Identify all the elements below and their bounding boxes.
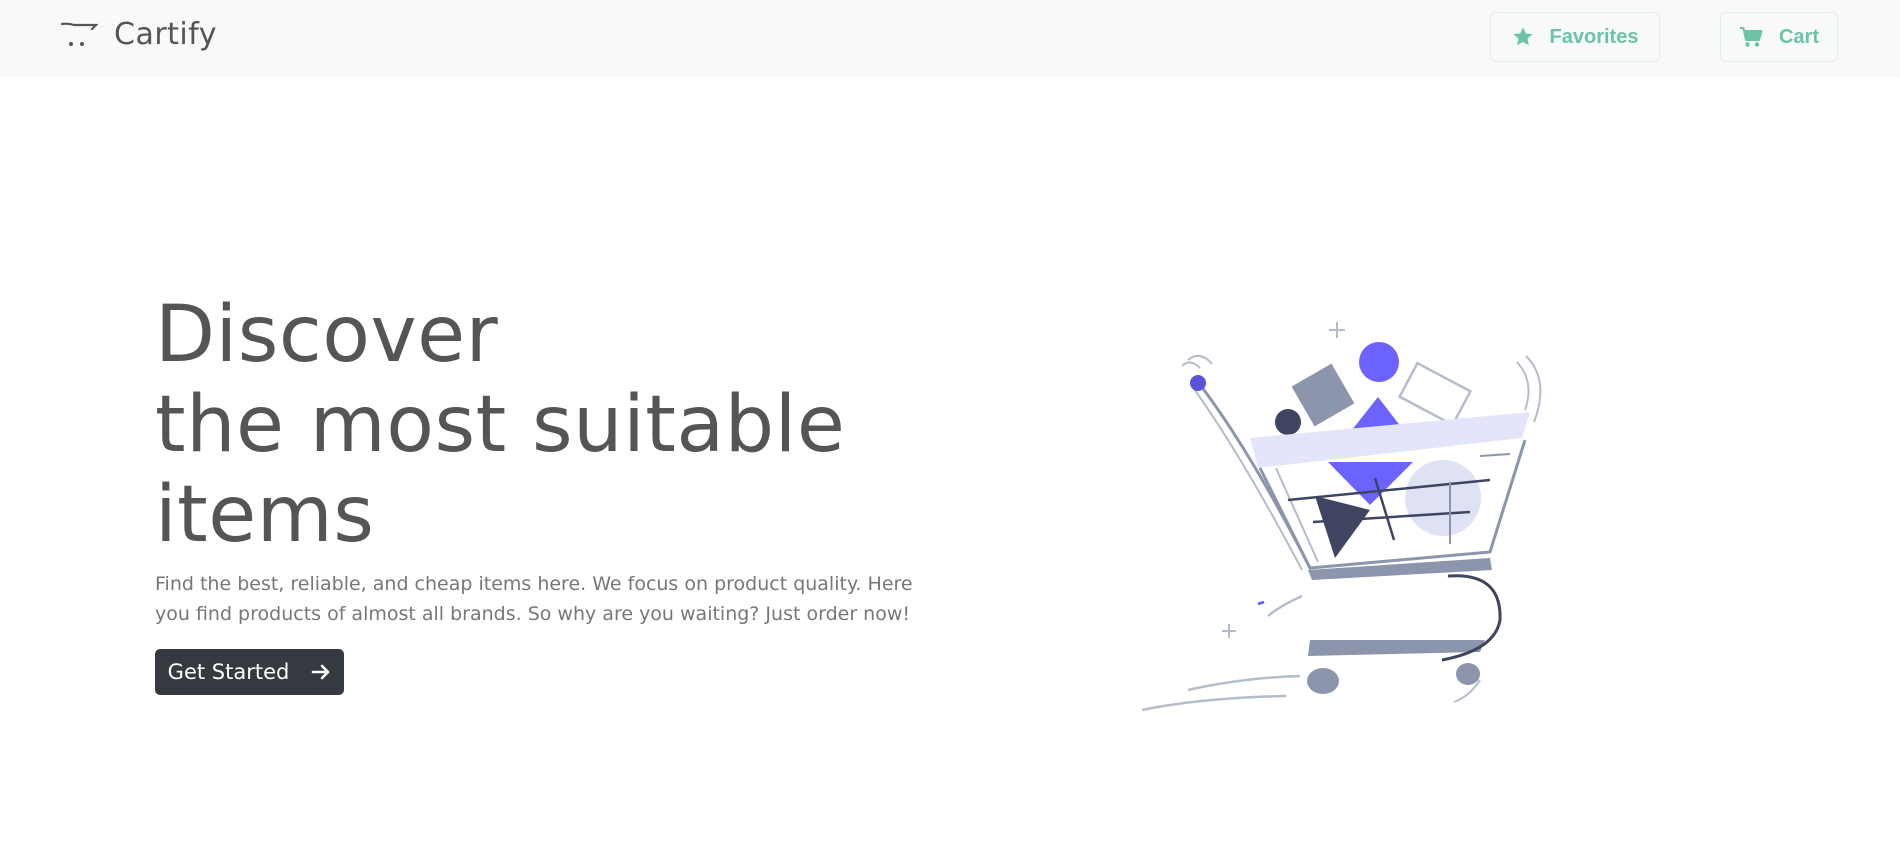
- get-started-button[interactable]: Get Started: [155, 649, 344, 695]
- navbar: Cartify Favorites Cart: [0, 0, 1900, 77]
- shopping-cart-illustration: [1141, 322, 1542, 712]
- cart-icon: [1739, 27, 1763, 47]
- star-icon: [1512, 27, 1533, 46]
- hero-description: Find the best, reliable, and cheap items…: [155, 573, 913, 625]
- hero-title-line-2: the most suitable: [155, 380, 846, 470]
- cart-button[interactable]: Cart: [1720, 12, 1838, 62]
- brand-link[interactable]: Cartify: [60, 14, 217, 54]
- favorites-label: Favorites: [1549, 25, 1639, 48]
- get-started-label: Get Started: [167, 660, 290, 684]
- hero-title-line-1: Discover: [155, 290, 499, 380]
- hero-title-line-3: items: [155, 470, 375, 560]
- cart-logo-icon: [60, 22, 98, 46]
- hero-title: Discover the most suitable items: [155, 290, 845, 560]
- brand-name: Cartify: [114, 16, 218, 52]
- favorites-button[interactable]: Favorites: [1490, 12, 1660, 62]
- cart-label: Cart: [1778, 25, 1819, 48]
- arrow-right-icon: [312, 664, 330, 680]
